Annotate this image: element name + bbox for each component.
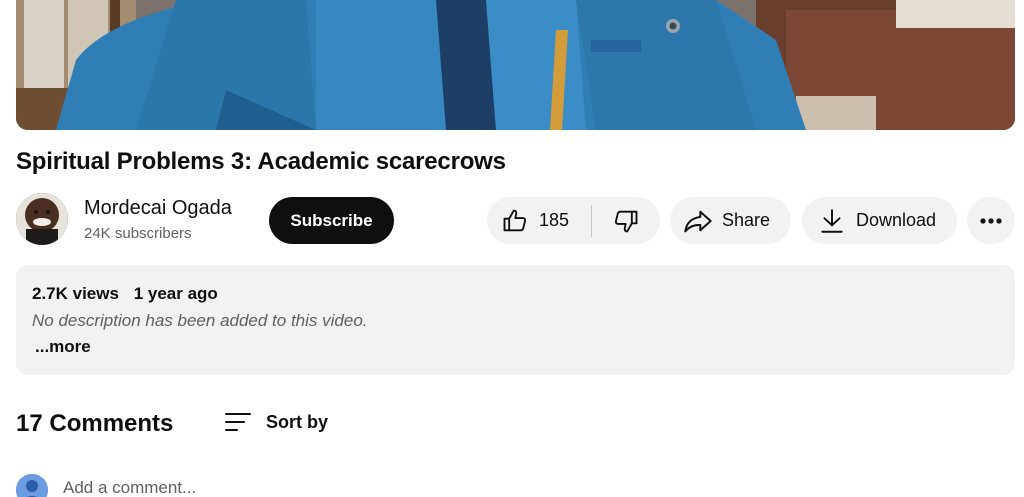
upload-age: 1 year ago xyxy=(133,284,218,303)
download-button[interactable]: Download xyxy=(802,197,957,244)
share-label: Share xyxy=(722,210,771,230)
like-button[interactable]: 185 xyxy=(487,197,591,244)
sort-comments-button[interactable]: Sort by xyxy=(224,408,328,436)
channel-name[interactable]: Mordecai Ogada xyxy=(84,197,232,220)
subscribe-button[interactable]: Subscribe xyxy=(269,197,394,244)
more-actions-button[interactable] xyxy=(967,197,1015,244)
thumbs-up-icon xyxy=(503,209,527,231)
watch-page: Spiritual Problems 3: Academic scarecrow… xyxy=(0,0,1024,497)
channel-avatar-image xyxy=(16,193,68,245)
thumbs-down-icon xyxy=(614,210,638,232)
description-more-link[interactable]: ...more xyxy=(35,337,91,357)
subscriber-count: 24K subscribers xyxy=(84,225,192,242)
channel-avatar[interactable] xyxy=(16,193,68,245)
like-dislike-group: 185 xyxy=(487,197,660,244)
video-frame-image xyxy=(16,0,1015,130)
share-button[interactable]: Share xyxy=(670,197,791,244)
description-box[interactable]: 2.7K views 1 year ago No description has… xyxy=(16,265,1015,375)
description-meta: 2.7K views 1 year ago xyxy=(32,284,218,304)
video-title: Spiritual Problems 3: Academic scarecrow… xyxy=(16,148,506,175)
user-avatar-icon xyxy=(16,474,48,497)
add-comment-input[interactable] xyxy=(63,476,663,497)
share-arrow-icon xyxy=(684,210,712,232)
video-player[interactable] xyxy=(16,0,1015,130)
view-count: 2.7K views xyxy=(32,284,119,303)
dislike-button[interactable] xyxy=(592,197,660,244)
comments-count: 17 Comments xyxy=(16,410,174,437)
download-icon xyxy=(821,208,843,233)
sort-lines-icon xyxy=(225,413,251,431)
sort-label: Sort by xyxy=(266,411,329,432)
more-horizontal-icon xyxy=(980,217,1002,224)
user-avatar xyxy=(16,474,48,497)
like-count: 185 xyxy=(539,210,570,230)
description-text: No description has been added to this vi… xyxy=(32,311,368,330)
download-label: Download xyxy=(856,210,937,230)
